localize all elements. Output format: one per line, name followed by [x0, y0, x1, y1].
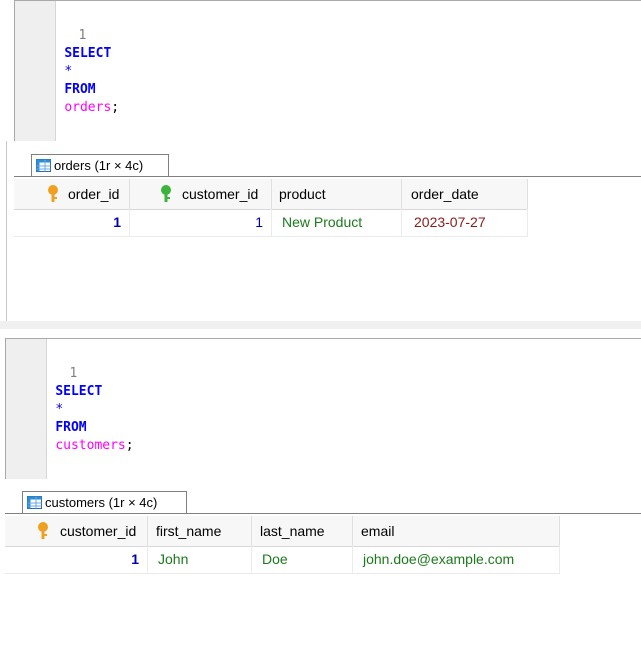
column-header-order-id[interactable]: order_id [14, 179, 130, 209]
cell-email[interactable]: john.doe@example.com [353, 546, 560, 573]
tab-customers-result[interactable]: customers (1r × 4c) [22, 491, 187, 513]
tab-label: customers (1r × 4c) [45, 495, 158, 510]
table-row[interactable]: 1 1 New Product 2023-07-27 [14, 209, 528, 237]
primary-key-icon [38, 522, 48, 539]
table-grid-icon [36, 159, 51, 172]
foreign-key-icon [161, 185, 171, 202]
column-header-product[interactable]: product [272, 179, 402, 209]
cell-product[interactable]: New Product [272, 209, 402, 236]
table-name: orders [64, 100, 112, 115]
semicolon: ; [125, 438, 134, 453]
keyword-from: FROM [64, 82, 96, 97]
panel-left-border [6, 141, 7, 321]
sql-editor-orders[interactable]: 1 SELECT * FROM orders; [14, 0, 641, 143]
result-grid-customers[interactable]: customer_id first_name last_name email 1… [5, 516, 641, 651]
column-header-order-date[interactable]: order_date [402, 179, 528, 209]
tab-label: orders (1r × 4c) [54, 158, 144, 173]
primary-key-icon [48, 185, 58, 202]
column-header-customer-id[interactable]: customer_id [130, 179, 272, 209]
result-tabstrip-customers: customers (1r × 4c) [5, 479, 641, 516]
table-row[interactable]: 1 John Doe john.doe@example.com [5, 546, 560, 574]
result-tabstrip-orders: orders (1r × 4c) [14, 141, 641, 179]
grid-header: customer_id first_name last_name email [5, 516, 560, 547]
grid-header: order_id customer_id product order_date [14, 179, 528, 210]
column-header-customer-id[interactable]: customer_id [5, 516, 148, 546]
column-header-email[interactable]: email [353, 516, 560, 546]
table-name: customers [55, 438, 126, 453]
cell-customer-id[interactable]: 1 [5, 546, 148, 573]
code-line-1[interactable]: 1 SELECT * FROM orders; [33, 9, 119, 135]
table-grid-icon [27, 496, 42, 509]
cell-first-name[interactable]: John [148, 546, 252, 573]
cell-order-id[interactable]: 1 [14, 209, 130, 236]
star-operator: * [55, 402, 64, 417]
keyword-from: FROM [55, 420, 87, 435]
sql-editor-customers[interactable]: 1 SELECT * FROM customers; [5, 338, 641, 481]
keyword-select: SELECT [64, 46, 112, 61]
code-line-1[interactable]: 1 SELECT * FROM customers; [24, 347, 134, 473]
cell-order-date[interactable]: 2023-07-27 [402, 209, 528, 236]
column-header-last-name[interactable]: last_name [252, 516, 353, 546]
panel-separator [0, 321, 641, 329]
cell-customer-id[interactable]: 1 [130, 209, 272, 236]
star-operator: * [64, 64, 73, 79]
tab-orders-result[interactable]: orders (1r × 4c) [31, 154, 169, 176]
line-number: 1 [78, 28, 87, 43]
column-header-first-name[interactable]: first_name [148, 516, 252, 546]
result-grid-orders[interactable]: order_id customer_id product order_date … [14, 179, 641, 319]
line-number: 1 [69, 366, 78, 381]
cell-last-name[interactable]: Doe [252, 546, 353, 573]
semicolon: ; [111, 100, 120, 115]
keyword-select: SELECT [55, 384, 103, 399]
